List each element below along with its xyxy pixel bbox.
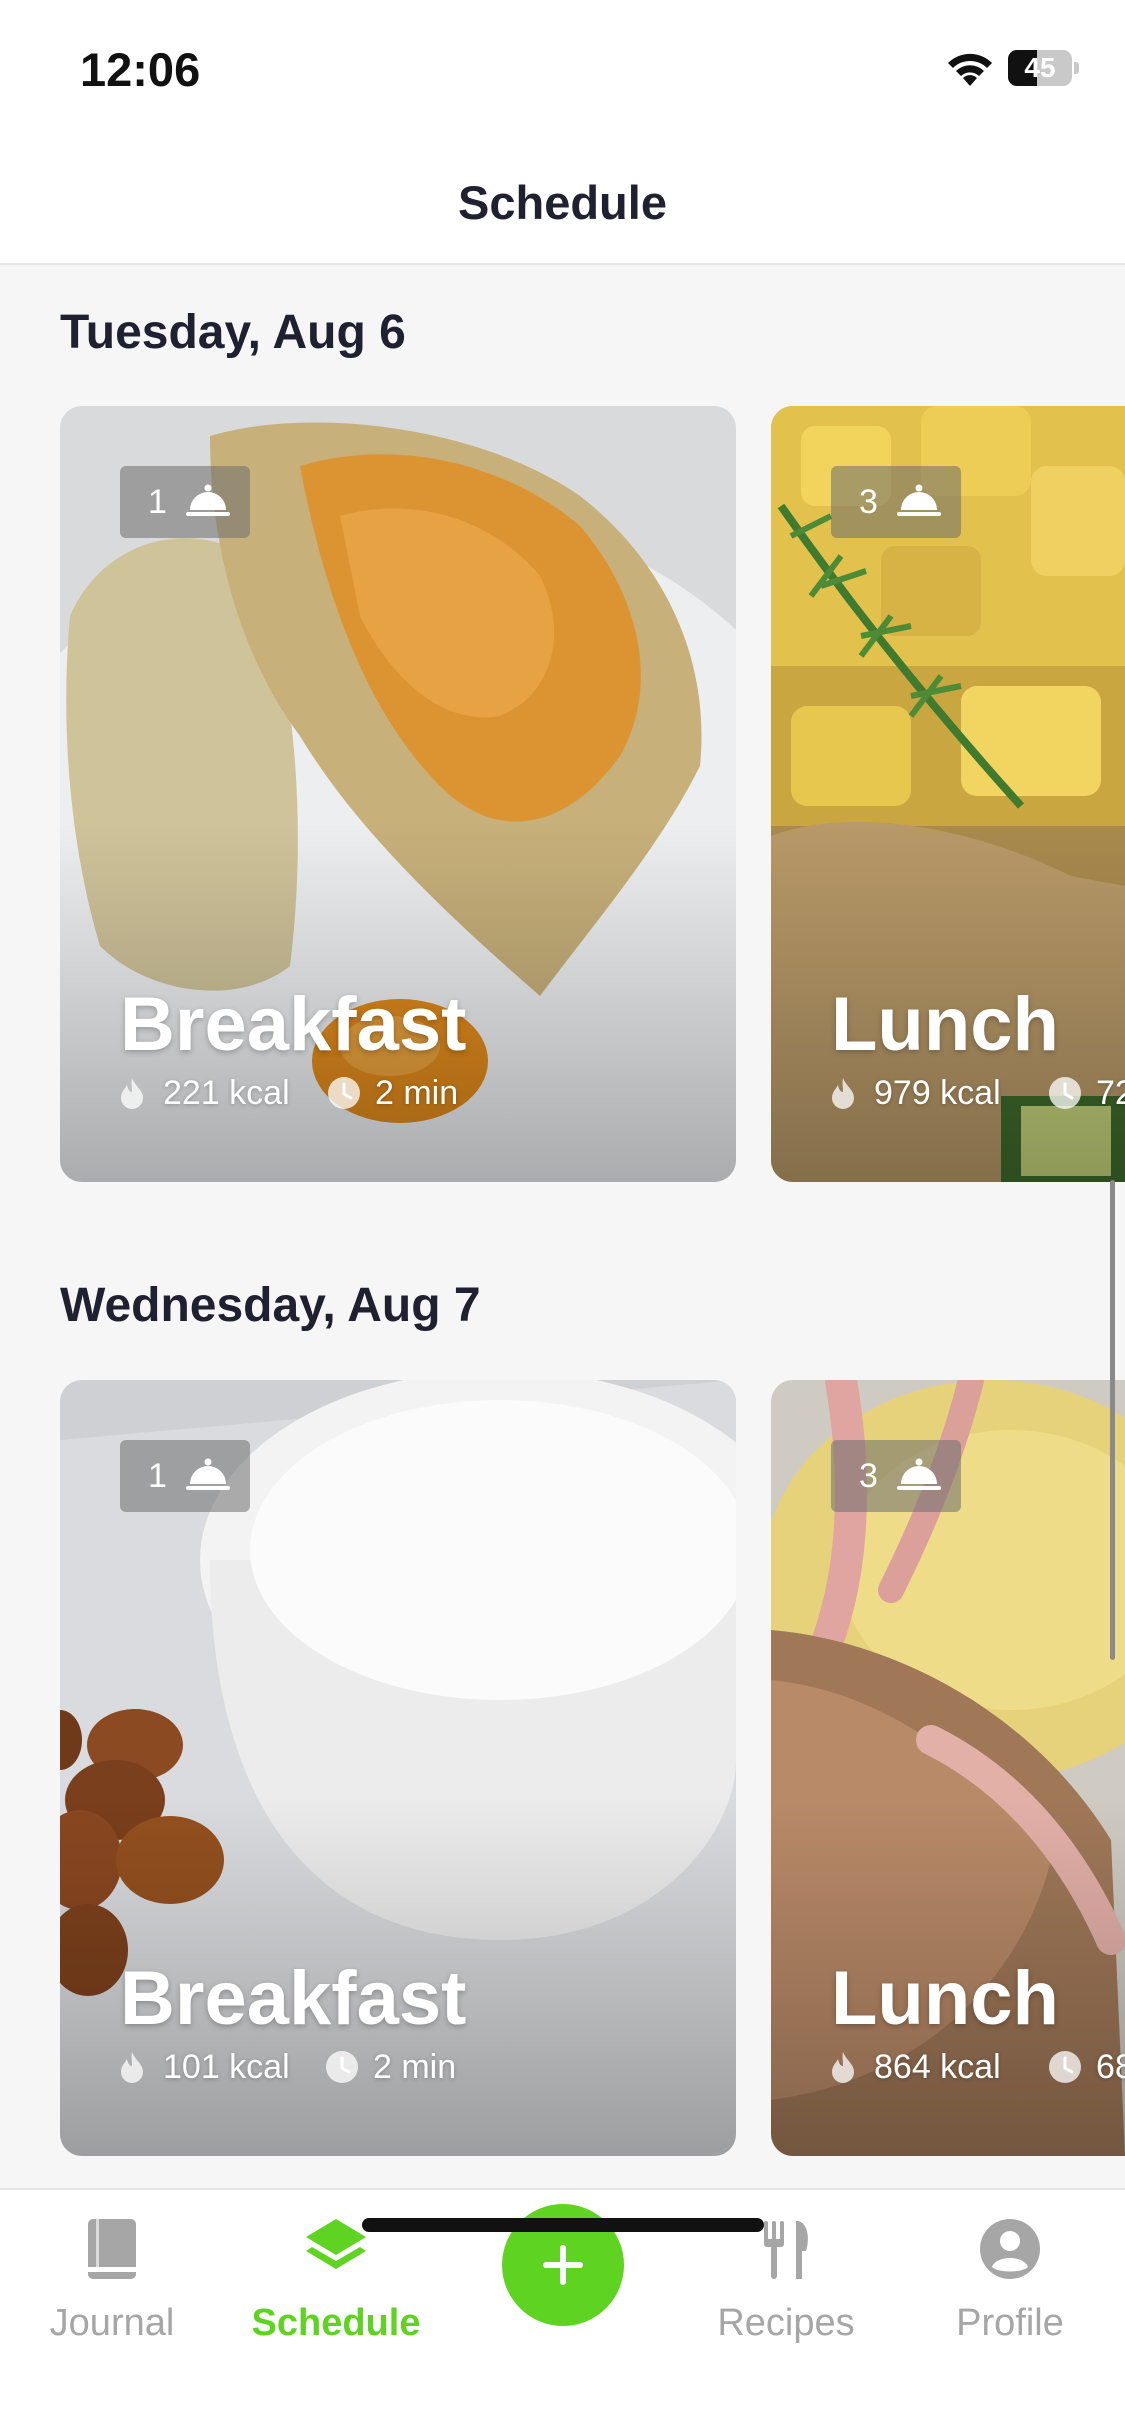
time-value: 72 bbox=[1096, 1074, 1125, 1112]
clock-icon bbox=[326, 2051, 358, 2083]
nav-header: Schedule bbox=[0, 135, 1125, 265]
flame-icon bbox=[832, 1078, 854, 1109]
status-bar: 12:06 45 bbox=[0, 0, 1125, 135]
time-value: 2 min bbox=[373, 2048, 457, 2086]
flame-icon bbox=[121, 1078, 143, 1109]
battery-icon: 45 bbox=[1008, 50, 1079, 86]
servings-badge: 1 bbox=[120, 466, 250, 538]
day-heading: Tuesday, Aug 6 bbox=[60, 306, 406, 359]
flame-icon bbox=[121, 2052, 143, 2083]
scroll-indicator[interactable] bbox=[1110, 1180, 1115, 1660]
day-heading: Wednesday, Aug 7 bbox=[60, 1279, 481, 1332]
cloche-icon bbox=[186, 484, 230, 516]
tab-journal[interactable]: Journal bbox=[12, 2190, 212, 2370]
meal-name: Lunch bbox=[831, 982, 1059, 1067]
flame-icon bbox=[832, 2052, 854, 2083]
book-icon bbox=[88, 2219, 136, 2279]
meal-name: Lunch bbox=[831, 1956, 1059, 2041]
page-title: Schedule bbox=[458, 176, 667, 229]
meal-card-breakfast[interactable]: 1 Breakfast 101 kcal 2 min bbox=[60, 1380, 736, 2156]
plus-icon bbox=[543, 2245, 583, 2285]
servings-count: 1 bbox=[148, 1457, 167, 1495]
user-icon bbox=[980, 2219, 1040, 2279]
meal-name: Breakfast bbox=[120, 1956, 467, 2041]
tab-schedule[interactable]: Schedule bbox=[236, 2190, 436, 2370]
servings-badge: 3 bbox=[831, 466, 961, 538]
home-indicator bbox=[362, 2218, 764, 2232]
clock-icon bbox=[1049, 2051, 1081, 2083]
cloche-icon bbox=[897, 1458, 941, 1490]
time-value: 68 bbox=[1096, 2048, 1125, 2086]
tab-profile[interactable]: Profile bbox=[910, 2190, 1110, 2370]
tab-label: Profile bbox=[956, 2302, 1064, 2344]
meal-name: Breakfast bbox=[120, 982, 467, 1067]
meal-card-lunch[interactable]: 3 Lunch 979 kcal 72 bbox=[771, 406, 1125, 1182]
servings-badge: 1 bbox=[120, 1440, 250, 1512]
battery-level: 45 bbox=[1024, 52, 1056, 83]
servings-badge: 3 bbox=[831, 1440, 961, 1512]
kcal-value: 864 kcal bbox=[874, 2048, 1001, 2086]
time-value: 2 min bbox=[375, 1074, 459, 1112]
kcal-value: 221 kcal bbox=[163, 1074, 290, 1112]
clock-icon bbox=[328, 1077, 360, 1109]
tab-label: Recipes bbox=[717, 2302, 855, 2344]
cloche-icon bbox=[897, 484, 941, 516]
servings-count: 1 bbox=[148, 483, 167, 521]
cloche-icon bbox=[186, 1458, 230, 1490]
status-time: 12:06 bbox=[80, 43, 201, 96]
meal-card-breakfast[interactable]: 1 Breakfast 221 kcal 2 min bbox=[60, 406, 736, 1182]
clock-icon bbox=[1049, 1077, 1081, 1109]
servings-count: 3 bbox=[859, 483, 878, 521]
tab-label: Schedule bbox=[251, 2302, 421, 2344]
tab-label: Journal bbox=[49, 2302, 175, 2344]
tab-recipes[interactable]: Recipes bbox=[686, 2190, 886, 2370]
servings-count: 3 bbox=[859, 1457, 878, 1495]
kcal-value: 101 kcal bbox=[163, 2048, 290, 2086]
wifi-icon bbox=[948, 53, 992, 86]
kcal-value: 979 kcal bbox=[874, 1074, 1001, 1112]
meal-card-lunch[interactable]: 3 Lunch 864 kcal 68 bbox=[771, 1380, 1125, 2156]
